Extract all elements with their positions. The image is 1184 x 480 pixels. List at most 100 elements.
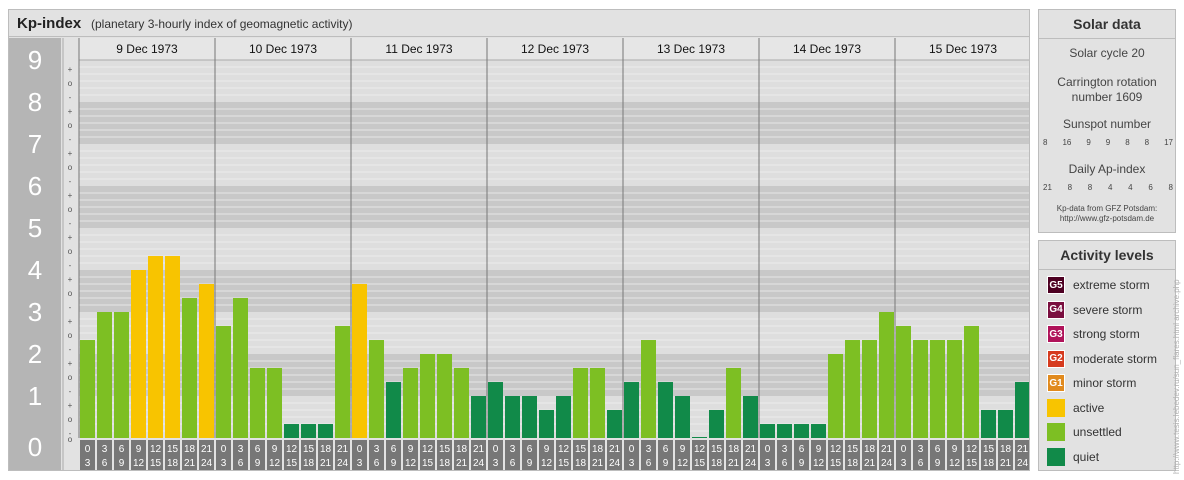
kp-bar — [301, 424, 316, 438]
time-tick-end: 3 — [357, 458, 363, 469]
time-tick-start: 3 — [374, 444, 380, 455]
legend-label: active — [1073, 400, 1105, 415]
legend-item: unsettled — [1047, 422, 1122, 442]
time-tick-end: 15 — [830, 458, 842, 469]
time-tick-start: 6 — [119, 444, 125, 455]
time-tick-end: 24 — [201, 458, 213, 469]
time-tick-end: 12 — [133, 458, 145, 469]
time-tick-end: 24 — [473, 458, 485, 469]
sunspot-label: Sunspot number — [1062, 117, 1152, 131]
time-tick-start: 0 — [221, 444, 227, 455]
kp-bar — [539, 409, 554, 438]
kp-bar — [148, 256, 163, 438]
y-tick-label: 3 — [28, 297, 42, 327]
time-tick-end: 3 — [765, 458, 771, 469]
carrington-number: number 1609 — [1071, 90, 1143, 104]
time-tick-start: 6 — [391, 444, 397, 455]
legend-item: G1 minor storm — [1047, 373, 1136, 393]
time-tick-end: 3 — [221, 458, 227, 469]
time-tick-start: 21 — [881, 444, 893, 455]
solar-data-panel: Solar data Solar cycle 20 Carrington rot… — [1038, 9, 1176, 233]
sub-tick-label: o — [68, 373, 73, 382]
legend-item: G2 moderate storm — [1047, 349, 1157, 369]
legend-label: strong storm — [1073, 327, 1140, 341]
kp-bar — [369, 340, 384, 438]
kp-bar — [794, 424, 809, 438]
time-tick-end: 3 — [85, 458, 91, 469]
time-tick-start: 3 — [918, 444, 924, 455]
time-tick-end: 18 — [575, 458, 587, 469]
kp-bar — [828, 354, 843, 438]
kp-bar — [284, 424, 299, 438]
time-tick-start: 0 — [765, 444, 771, 455]
credit-line2: http://www.gfz-potsdam.de — [1059, 214, 1155, 223]
sub-tick-label: + — [68, 191, 73, 200]
kp-bar — [709, 409, 724, 438]
kp-bar — [658, 382, 673, 438]
time-tick-end: 24 — [1017, 458, 1029, 469]
kp-bar — [692, 437, 707, 438]
time-tick-start: 12 — [966, 444, 978, 455]
time-tick-start: 0 — [629, 444, 635, 455]
sub-tick-label: o — [68, 247, 73, 256]
time-tick-start: 18 — [320, 444, 332, 455]
time-tick-end: 21 — [184, 458, 196, 469]
time-tick-start: 9 — [408, 444, 414, 455]
time-tick-start: 12 — [694, 444, 706, 455]
time-tick-end: 3 — [901, 458, 907, 469]
kp-bar — [1015, 382, 1029, 438]
kp-bar — [233, 298, 248, 438]
time-tick-end: 24 — [337, 458, 349, 469]
time-tick-start: 18 — [184, 444, 196, 455]
kp-index-panel: Kp-index (planetary 3-hourly index of ge… — [8, 9, 1030, 471]
legend-label: quiet — [1073, 449, 1100, 464]
y-tick-label: 5 — [28, 213, 42, 243]
kp-bar — [760, 424, 775, 438]
sub-tick-label: + — [68, 233, 73, 242]
time-tick-end: 21 — [320, 458, 332, 469]
carrington-label: Carrington rotation — [1057, 75, 1157, 89]
time-tick-end: 12 — [949, 458, 961, 469]
time-tick-start: 21 — [1017, 444, 1029, 455]
time-tick-end: 21 — [1000, 458, 1012, 469]
kp-bar — [471, 396, 486, 438]
legend-item: G3 strong storm — [1047, 324, 1140, 344]
legend-label: extreme storm — [1073, 278, 1150, 292]
kp-bar — [131, 270, 146, 438]
day-label: 13 Dec 1973 — [657, 42, 725, 56]
y-tick-label: 1 — [28, 381, 42, 411]
day-label: 11 Dec 1973 — [385, 42, 452, 56]
sunspot-value: 8 — [1125, 138, 1130, 147]
sunspot-value: 9 — [1086, 138, 1091, 147]
time-tick-start: 6 — [799, 444, 805, 455]
kp-bar — [250, 367, 265, 438]
time-tick-start: 0 — [85, 444, 91, 455]
time-tick-start: 12 — [150, 444, 162, 455]
kp-bar — [896, 325, 911, 438]
time-tick-start: 3 — [102, 444, 108, 455]
sunspot-values: 8 16 9 9 8 8 17 — [1043, 138, 1173, 147]
time-tick-end: 9 — [255, 458, 261, 469]
sunspot-value: 17 — [1164, 138, 1173, 147]
sub-tick-label: + — [68, 107, 73, 116]
kp-bar — [777, 424, 792, 438]
time-tick-end: 3 — [493, 458, 499, 469]
sub-tick-label: + — [68, 149, 73, 158]
solar-cycle: Solar cycle 20 — [1069, 46, 1145, 60]
sub-tick-label: o — [68, 163, 73, 172]
kp-chart: 9 Dec 1973 10 Dec 1973 11 Dec 1973 12 Dec 1… — [9, 38, 1029, 470]
time-tick-end: 18 — [303, 458, 315, 469]
solar-header: Solar data — [1039, 10, 1175, 39]
sub-tick-label: o — [68, 415, 73, 424]
time-tick-end: 15 — [286, 458, 298, 469]
kp-bar — [505, 396, 520, 438]
time-tick-start: 3 — [238, 444, 244, 455]
y-tick-label: 7 — [28, 129, 42, 159]
time-tick-start: 18 — [456, 444, 468, 455]
kp-bar — [437, 354, 452, 438]
kp-bar — [573, 367, 588, 438]
legend-swatch — [1047, 398, 1065, 417]
time-tick-end: 21 — [456, 458, 468, 469]
sub-tick-label: - — [69, 303, 72, 312]
kp-bar — [522, 396, 537, 438]
